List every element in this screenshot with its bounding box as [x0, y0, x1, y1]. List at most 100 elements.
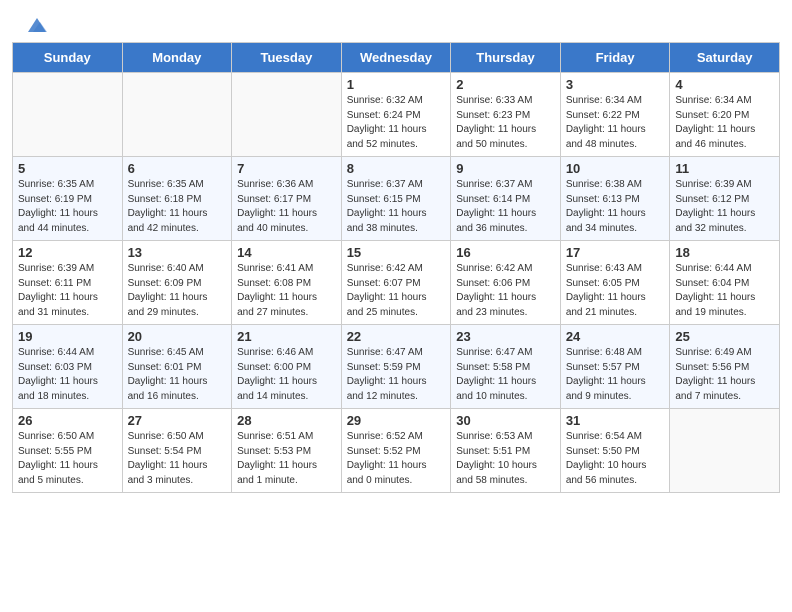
calendar-day: 22 Sunrise: 6:47 AMSunset: 5:59 PMDayligh… — [341, 325, 451, 409]
header — [0, 0, 792, 42]
day-number: 2 — [456, 77, 555, 92]
calendar-day: 9 Sunrise: 6:37 AMSunset: 6:14 PMDaylight… — [451, 157, 561, 241]
day-number: 22 — [347, 329, 446, 344]
calendar-day — [670, 409, 780, 493]
day-info: Sunrise: 6:52 AMSunset: 5:52 PMDaylight:… — [347, 430, 446, 488]
calendar-day: 24 Sunrise: 6:48 AMSunset: 5:57 PMDayligh… — [560, 325, 670, 409]
day-number: 29 — [347, 413, 446, 428]
day-number: 8 — [347, 161, 446, 176]
day-info: Sunrise: 6:43 AMSunset: 6:05 PMDaylight:… — [566, 262, 665, 320]
calendar-day: 30 Sunrise: 6:53 AMSunset: 5:51 PMDayligh… — [451, 409, 561, 493]
weekday-header-thursday: Thursday — [451, 43, 561, 73]
day-info: Sunrise: 6:34 AMSunset: 6:20 PMDaylight:… — [675, 94, 774, 152]
calendar-day — [13, 73, 123, 157]
day-number: 15 — [347, 245, 446, 260]
calendar-header: SundayMondayTuesdayWednesdayThursdayFrid… — [13, 43, 780, 73]
day-info: Sunrise: 6:49 AMSunset: 5:56 PMDaylight:… — [675, 346, 774, 404]
calendar-week-4: 19 Sunrise: 6:44 AMSunset: 6:03 PMDayligh… — [13, 325, 780, 409]
header-row: SundayMondayTuesdayWednesdayThursdayFrid… — [13, 43, 780, 73]
day-number: 20 — [128, 329, 227, 344]
calendar-day: 31Sunrise: 6:54 AMSunset: 5:50 PMDayligh… — [560, 409, 670, 493]
day-info: Sunrise: 6:47 AMSunset: 5:58 PMDaylight:… — [456, 346, 555, 404]
day-number: 30 — [456, 413, 555, 428]
day-info: Sunrise: 6:33 AMSunset: 6:23 PMDaylight:… — [456, 94, 555, 152]
day-number: 25 — [675, 329, 774, 344]
day-info: Sunrise: 6:35 AMSunset: 6:19 PMDaylight:… — [18, 178, 117, 236]
day-number: 23 — [456, 329, 555, 344]
calendar-week-3: 12Sunrise: 6:39 AMSunset: 6:11 PMDayligh… — [13, 241, 780, 325]
day-info: Sunrise: 6:41 AMSunset: 6:08 PMDaylight:… — [237, 262, 336, 320]
day-number: 3 — [566, 77, 665, 92]
weekday-header-saturday: Saturday — [670, 43, 780, 73]
day-number: 7 — [237, 161, 336, 176]
day-info: Sunrise: 6:50 AMSunset: 5:54 PMDaylight:… — [128, 430, 227, 488]
calendar-day: 14 Sunrise: 6:41 AMSunset: 6:08 PMDayligh… — [232, 241, 342, 325]
day-number: 17 — [566, 245, 665, 260]
calendar-day: 1Sunrise: 6:32 AMSunset: 6:24 PMDaylight… — [341, 73, 451, 157]
day-number: 4 — [675, 77, 774, 92]
calendar-day: 16Sunrise: 6:42 AMSunset: 6:06 PMDayligh… — [451, 241, 561, 325]
day-number: 26 — [18, 413, 117, 428]
day-info: Sunrise: 6:40 AMSunset: 6:09 PMDaylight:… — [128, 262, 227, 320]
calendar-day: 13Sunrise: 6:40 AMSunset: 6:09 PMDayligh… — [122, 241, 232, 325]
day-number: 24 — [566, 329, 665, 344]
day-info: Sunrise: 6:36 AMSunset: 6:17 PMDaylight:… — [237, 178, 336, 236]
calendar-day: 5 Sunrise: 6:35 AMSunset: 6:19 PMDaylight… — [13, 157, 123, 241]
day-number: 28 — [237, 413, 336, 428]
calendar-week-2: 5 Sunrise: 6:35 AMSunset: 6:19 PMDaylight… — [13, 157, 780, 241]
day-number: 6 — [128, 161, 227, 176]
day-number: 31 — [566, 413, 665, 428]
weekday-header-tuesday: Tuesday — [232, 43, 342, 73]
calendar-day: 29 Sunrise: 6:52 AMSunset: 5:52 PMDayligh… — [341, 409, 451, 493]
day-info: Sunrise: 6:44 AMSunset: 6:04 PMDaylight:… — [675, 262, 774, 320]
day-info: Sunrise: 6:37 AMSunset: 6:15 PMDaylight:… — [347, 178, 446, 236]
day-info: Sunrise: 6:39 AMSunset: 6:12 PMDaylight:… — [675, 178, 774, 236]
day-info: Sunrise: 6:48 AMSunset: 5:57 PMDaylight:… — [566, 346, 665, 404]
logo-icon — [26, 14, 48, 36]
calendar-day: 10 Sunrise: 6:38 AMSunset: 6:13 PMDayligh… — [560, 157, 670, 241]
calendar-day: 18 Sunrise: 6:44 AMSunset: 6:04 PMDayligh… — [670, 241, 780, 325]
day-info: Sunrise: 6:44 AMSunset: 6:03 PMDaylight:… — [18, 346, 117, 404]
day-number: 5 — [18, 161, 117, 176]
day-info: Sunrise: 6:42 AMSunset: 6:07 PMDaylight:… — [347, 262, 446, 320]
day-info: Sunrise: 6:53 AMSunset: 5:51 PMDaylight:… — [456, 430, 555, 488]
calendar-week-1: 1Sunrise: 6:32 AMSunset: 6:24 PMDaylight… — [13, 73, 780, 157]
calendar-table: SundayMondayTuesdayWednesdayThursdayFrid… — [12, 42, 780, 493]
day-number: 19 — [18, 329, 117, 344]
calendar-day: 12Sunrise: 6:39 AMSunset: 6:11 PMDayligh… — [13, 241, 123, 325]
day-info: Sunrise: 6:35 AMSunset: 6:18 PMDaylight:… — [128, 178, 227, 236]
day-info: Sunrise: 6:51 AMSunset: 5:53 PMDaylight:… — [237, 430, 336, 488]
day-info: Sunrise: 6:46 AMSunset: 6:00 PMDaylight:… — [237, 346, 336, 404]
calendar-day: 15 Sunrise: 6:42 AMSunset: 6:07 PMDayligh… — [341, 241, 451, 325]
calendar-day: 11 Sunrise: 6:39 AMSunset: 6:12 PMDayligh… — [670, 157, 780, 241]
weekday-header-wednesday: Wednesday — [341, 43, 451, 73]
calendar-day: 2 Sunrise: 6:33 AMSunset: 6:23 PMDaylight… — [451, 73, 561, 157]
calendar-day: 19 Sunrise: 6:44 AMSunset: 6:03 PMDayligh… — [13, 325, 123, 409]
day-info: Sunrise: 6:32 AMSunset: 6:24 PMDaylight:… — [347, 94, 446, 152]
logo — [24, 18, 48, 36]
day-info: Sunrise: 6:47 AMSunset: 5:59 PMDaylight:… — [347, 346, 446, 404]
calendar-day: 21Sunrise: 6:46 AMSunset: 6:00 PMDayligh… — [232, 325, 342, 409]
day-number: 27 — [128, 413, 227, 428]
weekday-header-sunday: Sunday — [13, 43, 123, 73]
calendar-day: 26 Sunrise: 6:50 AMSunset: 5:55 PMDayligh… — [13, 409, 123, 493]
day-info: Sunrise: 6:50 AMSunset: 5:55 PMDaylight:… — [18, 430, 117, 488]
day-number: 18 — [675, 245, 774, 260]
calendar-day: 3 Sunrise: 6:34 AMSunset: 6:22 PMDaylight… — [560, 73, 670, 157]
day-info: Sunrise: 6:34 AMSunset: 6:22 PMDaylight:… — [566, 94, 665, 152]
day-number: 11 — [675, 161, 774, 176]
day-info: Sunrise: 6:37 AMSunset: 6:14 PMDaylight:… — [456, 178, 555, 236]
day-number: 14 — [237, 245, 336, 260]
day-number: 10 — [566, 161, 665, 176]
calendar-day: 7 Sunrise: 6:36 AMSunset: 6:17 PMDaylight… — [232, 157, 342, 241]
day-number: 9 — [456, 161, 555, 176]
calendar-day: 17 Sunrise: 6:43 AMSunset: 6:05 PMDayligh… — [560, 241, 670, 325]
calendar-day: 20Sunrise: 6:45 AMSunset: 6:01 PMDayligh… — [122, 325, 232, 409]
weekday-header-friday: Friday — [560, 43, 670, 73]
calendar-body: 1Sunrise: 6:32 AMSunset: 6:24 PMDaylight… — [13, 73, 780, 493]
day-info: Sunrise: 6:38 AMSunset: 6:13 PMDaylight:… — [566, 178, 665, 236]
calendar-day — [232, 73, 342, 157]
calendar-week-5: 26 Sunrise: 6:50 AMSunset: 5:55 PMDayligh… — [13, 409, 780, 493]
day-info: Sunrise: 6:42 AMSunset: 6:06 PMDaylight:… — [456, 262, 555, 320]
day-info: Sunrise: 6:39 AMSunset: 6:11 PMDaylight:… — [18, 262, 117, 320]
